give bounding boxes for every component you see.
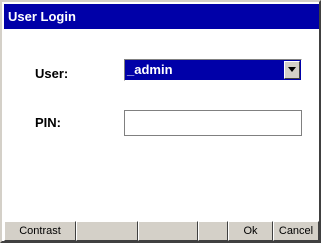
chevron-down-icon[interactable] xyxy=(284,61,300,79)
ok-button[interactable]: Ok xyxy=(228,221,273,241)
cancel-button[interactable]: Cancel xyxy=(273,221,319,241)
pin-input[interactable] xyxy=(124,110,302,136)
contrast-button[interactable]: Contrast xyxy=(4,221,76,241)
window-title: User Login xyxy=(4,4,319,29)
user-select[interactable]: _admin xyxy=(124,59,302,81)
blank-button-1[interactable] xyxy=(76,221,138,241)
blank-button-3[interactable] xyxy=(198,221,228,241)
pin-label: PIN: xyxy=(35,115,61,130)
user-select-value: _admin xyxy=(127,62,173,77)
login-window: User Login User: _admin PIN: Contrast Ok… xyxy=(0,0,321,243)
blank-button-2[interactable] xyxy=(138,221,198,241)
user-label: User: xyxy=(35,66,69,81)
button-bar: Contrast Ok Cancel xyxy=(4,221,319,241)
